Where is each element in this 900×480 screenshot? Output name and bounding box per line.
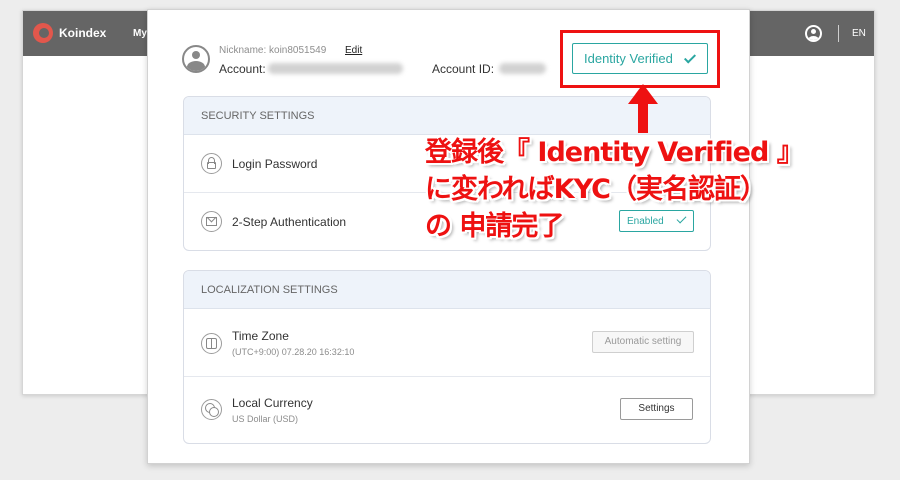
user-account-icon[interactable]	[805, 25, 822, 42]
time-zone-label: Time Zone	[232, 329, 289, 343]
edit-nickname-link[interactable]: Edit	[345, 45, 362, 56]
divider	[838, 25, 839, 42]
annotation-arrow-head	[628, 84, 658, 104]
local-currency-row: Local Currency US Dollar (USD) Settings	[184, 377, 710, 443]
currency-icon	[201, 399, 222, 420]
lock-icon	[201, 153, 222, 174]
nickname-label: Nickname: koin8051549	[219, 45, 327, 56]
automatic-setting-button[interactable]: Automatic setting	[592, 331, 694, 353]
annotation-line-2: に変わればKYC（実名認証）	[425, 174, 767, 205]
local-currency-label: Local Currency	[232, 396, 313, 410]
account-email-redacted	[268, 63, 403, 74]
annotation-arrow-shaft	[638, 103, 648, 133]
annotation-text: 登録後『 Identity Verified 』 に変わればKYC（実名認証） …	[425, 134, 804, 245]
language-switch[interactable]: EN	[852, 28, 866, 39]
account-id-label: Account ID:	[432, 62, 495, 76]
time-zone-row: Time Zone (UTC+9:00) 07.28.20 16:32:10 A…	[184, 309, 710, 377]
currency-settings-button[interactable]: Settings	[620, 398, 693, 420]
koindex-logo-icon	[33, 23, 53, 43]
time-zone-value: (UTC+9:00) 07.28.20 16:32:10	[232, 347, 355, 357]
identity-verified-label: Identity Verified	[584, 51, 673, 66]
identity-verified-button[interactable]: Identity Verified	[572, 43, 708, 74]
localization-settings-section: LOCALIZATION SETTINGS Time Zone (UTC+9:0…	[183, 270, 711, 444]
annotation-line-1: 登録後『 Identity Verified 』	[425, 137, 804, 168]
time-zone-icon	[201, 333, 222, 354]
account-id-redacted	[499, 63, 546, 74]
login-password-label: Login Password	[232, 157, 318, 171]
two-step-auth-label: 2-Step Authentication	[232, 215, 347, 229]
annotation-line-3: の 申請完了	[425, 211, 564, 242]
account-label: Account:	[219, 62, 266, 76]
check-icon	[683, 51, 697, 64]
avatar-icon	[182, 45, 210, 73]
local-currency-value: US Dollar (USD)	[232, 414, 299, 424]
nav-my[interactable]: My	[133, 28, 147, 39]
app-name: Koindex	[59, 26, 107, 40]
localization-settings-title: LOCALIZATION SETTINGS	[184, 271, 710, 309]
logo[interactable]: Koindex	[33, 23, 106, 43]
identity-highlight-frame: Identity Verified	[560, 30, 720, 88]
envelope-icon	[201, 211, 222, 232]
